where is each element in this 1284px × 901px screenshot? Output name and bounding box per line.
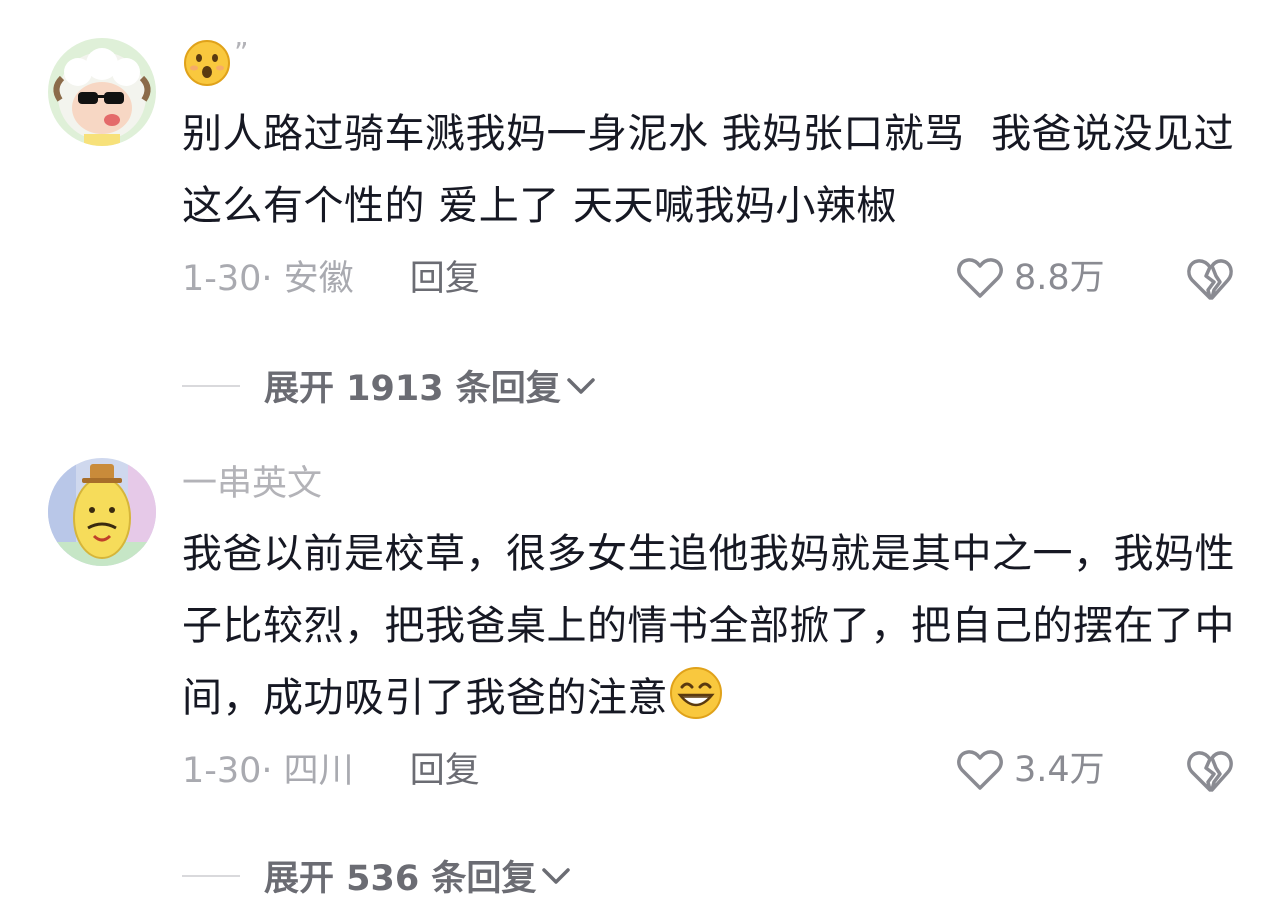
date-location: 1-30· 安徽 <box>182 259 354 299</box>
avatar[interactable] <box>48 38 156 146</box>
date-location: 1-30· 四川 <box>182 751 354 791</box>
reply-button[interactable]: 回复 <box>410 259 480 299</box>
expand-label: 展开 536 条回复 <box>264 859 537 899</box>
like-button[interactable]: 8.8万 <box>956 256 1105 300</box>
expand-replies-button[interactable]: 展开 536 条回复 <box>182 850 572 901</box>
heart-outline-icon <box>957 258 1003 298</box>
comment-item: ” 别人路过骑车溅我妈一身泥水 我妈张口就骂 我爸说没见过这么有个性的 爱上了 … <box>0 0 1284 420</box>
chevron-down-icon <box>567 377 595 394</box>
reply-button[interactable]: 回复 <box>410 751 480 791</box>
divider-line <box>182 874 240 877</box>
comment-text: 我爸以前是校草，很多女生追他我妈就是其中之一，我妈性子比较烈，把我爸桌上的情书全… <box>182 518 1242 734</box>
comment-text: 别人路过骑车溅我妈一身泥水 我妈张口就骂 我爸说没见过这么有个性的 爱上了 天天… <box>182 111 1235 229</box>
expand-label: 展开 1913 条回复 <box>264 369 561 409</box>
surprised-face-emoji-icon <box>184 40 230 86</box>
comment-item: 一串英文 我爸以前是校草，很多女生追他我妈就是其中之一，我妈性子比较烈，把我爸桌… <box>0 420 1284 899</box>
like-button[interactable]: 3.4万 <box>956 748 1105 792</box>
like-count: 3.4万 <box>1014 750 1105 790</box>
divider-line <box>182 384 240 387</box>
broken-heart-icon[interactable] <box>1186 256 1234 302</box>
grinning-face-emoji-icon <box>670 667 722 719</box>
username[interactable]: 一串英文 <box>182 464 322 504</box>
quote-mark: ” <box>234 36 249 69</box>
broken-heart-icon[interactable] <box>1186 748 1234 794</box>
avatar[interactable] <box>48 458 156 566</box>
comment-meta: 1-30· 四川 回复 <box>182 751 480 791</box>
chevron-down-icon <box>542 867 571 884</box>
expand-replies-button[interactable]: 展开 1913 条回复 <box>182 360 597 411</box>
heart-outline-icon <box>957 750 1003 790</box>
comment-meta: 1-30· 安徽 回复 <box>182 259 480 299</box>
like-count: 8.8万 <box>1014 258 1105 298</box>
